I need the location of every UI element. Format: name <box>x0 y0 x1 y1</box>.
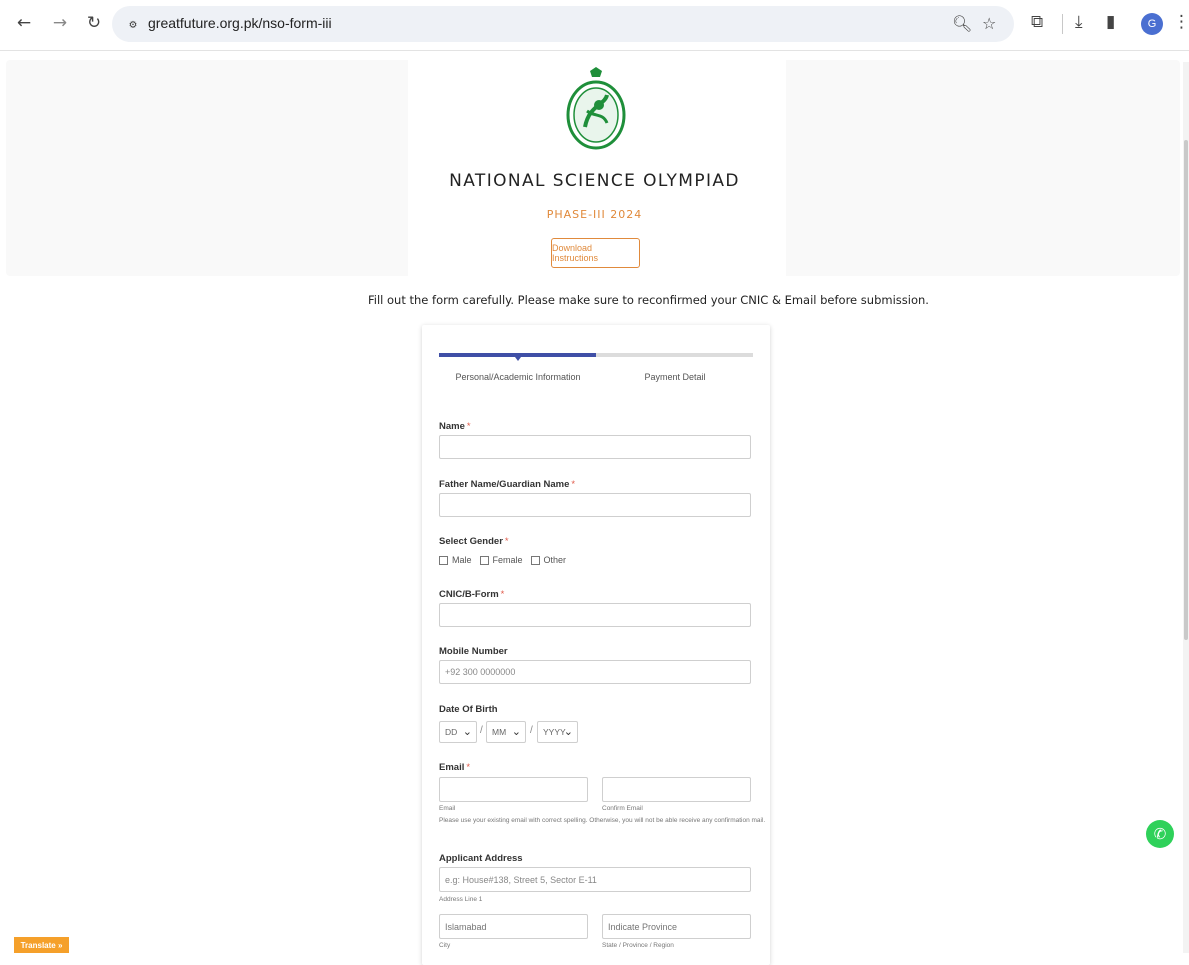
name-field[interactable] <box>439 435 751 459</box>
step-payment-detail[interactable]: Payment Detail <box>597 372 753 382</box>
name-label: Name * <box>439 421 471 432</box>
extensions-icon[interactable]: ⧉ <box>1031 12 1043 32</box>
address-label: Applicant Address <box>439 853 523 864</box>
gender-options: Male Female Other <box>439 555 566 565</box>
browser-toolbar: ← → ↻ ⚙ greatfuture.org.pk/nso-form-iii … <box>0 0 1189 51</box>
address-line-sublabel: Address Line 1 <box>439 896 483 903</box>
gender-label: Select Gender * <box>439 536 509 547</box>
translate-button[interactable]: Translate » <box>14 937 69 953</box>
other-checkbox[interactable] <box>530 555 540 565</box>
email-label: Email * <box>439 762 471 773</box>
confirm-email-field[interactable] <box>602 777 751 802</box>
scrollbar-thumb[interactable] <box>1184 140 1188 640</box>
email-sublabel: Email <box>439 805 456 812</box>
page-title: NATIONAL SCIENCE OLYMPIAD <box>449 171 740 191</box>
dob-month-select[interactable]: MM ⌄ <box>486 721 526 743</box>
confirm-email-sublabel: Confirm Email <box>602 805 643 812</box>
email-hint: Please use your existing email with corr… <box>439 817 766 824</box>
cnic-label: CNIC/B-Form * <box>439 589 505 600</box>
address-line-field[interactable] <box>439 867 751 892</box>
father-name-field[interactable] <box>439 493 751 517</box>
email-field[interactable] <box>439 777 588 802</box>
mobile-label: Mobile Number <box>439 646 508 657</box>
female-checkbox[interactable] <box>479 555 489 565</box>
male-label: Male <box>452 555 472 565</box>
page-subtitle: PHASE-III 2024 <box>546 208 643 221</box>
site-settings-icon[interactable]: ⚙ <box>124 15 142 33</box>
download-instructions-button[interactable]: Download Instructions <box>551 238 640 268</box>
zoom-icon[interactable]: 🔍︎ <box>952 14 972 33</box>
side-panel-icon[interactable]: ▮ <box>1106 12 1115 32</box>
city-field[interactable] <box>439 914 588 939</box>
menu-kebab-icon[interactable]: ⋮ <box>1173 12 1189 32</box>
toolbar-separator <box>1062 14 1063 34</box>
chevron-down-icon: ⌄ <box>462 725 472 738</box>
forward-icon[interactable]: → <box>48 11 72 35</box>
form-notice: Fill out the form carefully. Please make… <box>368 293 929 307</box>
reload-icon[interactable]: ↻ <box>82 11 106 35</box>
male-checkbox[interactable] <box>439 555 448 565</box>
registration-form-card: Personal/Academic Information Payment De… <box>422 325 770 965</box>
progress-indicator <box>515 357 521 361</box>
gender-option-other[interactable]: Other <box>530 555 567 565</box>
progress-track <box>439 353 753 357</box>
dob-label: Date Of Birth <box>439 704 498 715</box>
profile-avatar[interactable]: G <box>1141 13 1163 35</box>
city-sublabel: City <box>439 942 451 949</box>
gender-option-male[interactable]: Male <box>439 555 472 565</box>
olympiad-logo <box>566 67 626 150</box>
address-bar[interactable]: ⚙ greatfuture.org.pk/nso-form-iii 🔍︎ ☆ <box>112 6 1014 42</box>
father-name-label: Father Name/Guardian Name * <box>439 479 576 490</box>
bookmark-star-icon[interactable]: ☆ <box>982 14 996 33</box>
step-personal-info[interactable]: Personal/Academic Information <box>439 372 597 382</box>
province-field[interactable] <box>602 914 751 939</box>
female-label: Female <box>492 555 523 565</box>
mobile-field[interactable] <box>439 660 751 684</box>
dob-separator: / <box>530 725 533 736</box>
download-icon[interactable]: ⤓ <box>1075 12 1083 32</box>
url-text[interactable]: greatfuture.org.pk/nso-form-iii <box>148 15 332 31</box>
back-icon[interactable]: ← <box>12 11 36 35</box>
chevron-down-icon: ⌄ <box>511 725 521 738</box>
whatsapp-icon[interactable]: ✆ <box>1146 820 1174 848</box>
cnic-field[interactable] <box>439 603 751 627</box>
gender-option-female[interactable]: Female <box>479 555 523 565</box>
province-sublabel: State / Province / Region <box>602 942 674 949</box>
dob-separator: / <box>480 725 483 736</box>
dob-day-select[interactable]: DD ⌄ <box>439 721 477 743</box>
chevron-down-icon: ⌄ <box>563 725 573 738</box>
dob-year-select[interactable]: YYYY ⌄ <box>537 721 578 743</box>
other-label: Other <box>543 555 567 565</box>
